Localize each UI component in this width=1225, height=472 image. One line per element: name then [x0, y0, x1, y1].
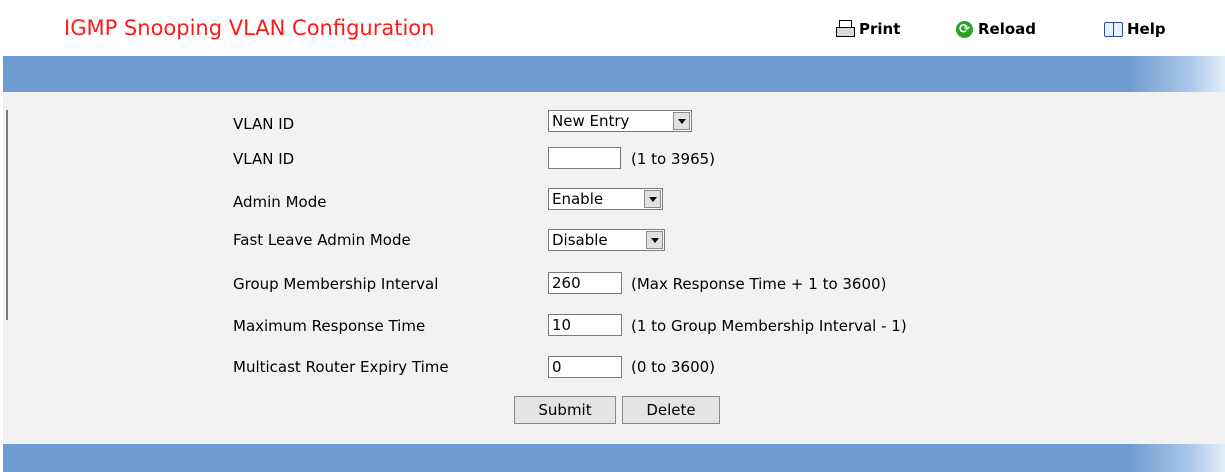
group-membership-input[interactable] — [548, 272, 622, 294]
printer-icon — [836, 20, 855, 38]
admin-mode-value: Enable — [552, 190, 604, 208]
reload-icon: ⟳ — [956, 20, 973, 38]
vlan-id-label: VLAN ID — [233, 150, 295, 168]
router-expiry-input[interactable] — [548, 356, 622, 378]
router-expiry-hint: (0 to 3600) — [631, 358, 716, 376]
group-membership-hint: (Max Response Time + 1 to 3600) — [631, 275, 887, 293]
page-header: IGMP Snooping VLAN Configuration Print ⟳… — [0, 0, 1225, 56]
chevron-down-icon[interactable] — [673, 112, 690, 130]
delete-button[interactable]: Delete — [622, 396, 720, 424]
help-button[interactable]: Help — [1104, 20, 1166, 38]
fast-leave-value: Disable — [552, 231, 608, 249]
admin-mode-label: Admin Mode — [233, 193, 327, 211]
admin-mode-select[interactable]: Enable — [548, 188, 663, 210]
max-response-label: Maximum Response Time — [233, 317, 426, 335]
max-response-input[interactable] — [548, 314, 622, 336]
chevron-down-icon[interactable] — [644, 190, 661, 208]
reload-label: Reload — [978, 20, 1037, 38]
help-label: Help — [1127, 20, 1166, 38]
submit-button[interactable]: Submit — [514, 396, 616, 424]
page-title: IGMP Snooping VLAN Configuration — [64, 16, 435, 40]
max-response-hint: (1 to Group Membership Interval - 1) — [631, 317, 907, 335]
print-button[interactable]: Print — [836, 20, 900, 38]
form-area — [0, 92, 1225, 444]
vlan-id-select[interactable]: New Entry — [548, 110, 692, 132]
book-icon — [1104, 20, 1123, 38]
print-label: Print — [859, 20, 901, 38]
reload-button[interactable]: ⟳ Reload — [956, 20, 1036, 38]
vlan-id-hint: (1 to 3965) — [631, 150, 716, 168]
chevron-down-icon[interactable] — [646, 231, 663, 249]
vlan-select-label: VLAN ID — [233, 115, 295, 133]
fast-leave-select[interactable]: Disable — [548, 229, 665, 251]
header-bar — [0, 56, 1225, 92]
vlan-id-select-value: New Entry — [552, 112, 630, 130]
footer-bar — [0, 444, 1225, 472]
left-frame-edge — [0, 0, 8, 472]
group-membership-label: Group Membership Interval — [233, 275, 439, 293]
vlan-id-input[interactable] — [548, 147, 621, 169]
fast-leave-label: Fast Leave Admin Mode — [233, 231, 411, 249]
router-expiry-label: Multicast Router Expiry Time — [233, 358, 449, 376]
